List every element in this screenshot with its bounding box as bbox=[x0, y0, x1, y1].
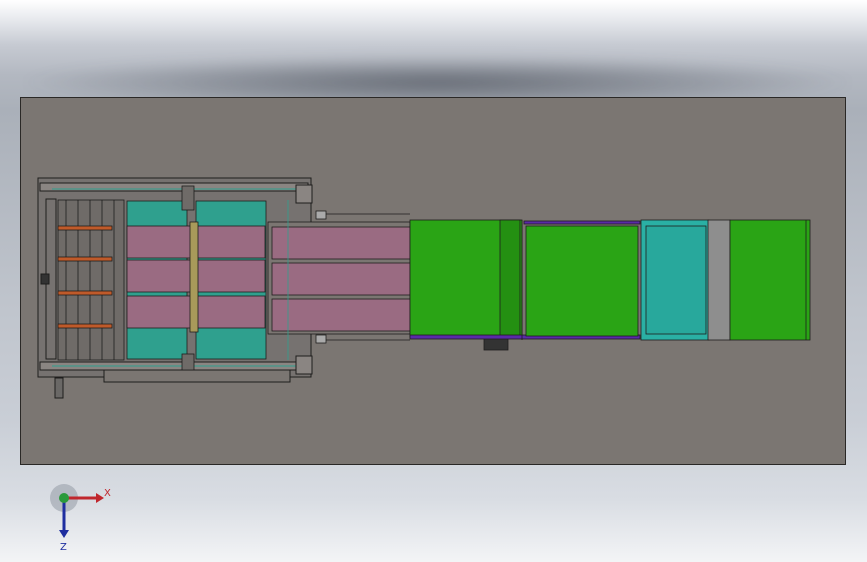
coordinate-triad: X Z bbox=[50, 484, 111, 552]
left-roller-bed[interactable] bbox=[57, 199, 125, 361]
green-conveyor-1[interactable] bbox=[409, 219, 523, 351]
graphics-area[interactable] bbox=[0, 0, 867, 562]
left-teal-tray[interactable] bbox=[126, 185, 267, 371]
cyan-end-conveyor[interactable] bbox=[640, 219, 811, 341]
z-axis-label: Z bbox=[60, 542, 67, 552]
x-axis-label: X bbox=[104, 488, 111, 499]
y-axis-icon bbox=[59, 493, 69, 503]
